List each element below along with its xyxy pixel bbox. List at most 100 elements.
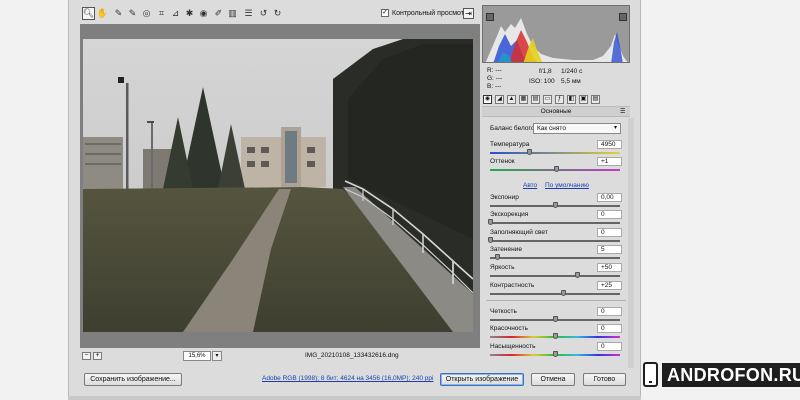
zoom-out-icon[interactable]: − bbox=[82, 352, 91, 360]
slider-thumb[interactable] bbox=[553, 202, 558, 208]
slider-track[interactable] bbox=[490, 222, 620, 224]
rotate-right-icon[interactable]: ↻ bbox=[271, 7, 284, 20]
workflow-options-link[interactable]: Adobe RGB (1998); 8 бит; 4624 на 3456 (1… bbox=[262, 375, 433, 382]
fullscreen-icon[interactable]: ⇥ bbox=[463, 8, 474, 19]
cancel-button[interactable]: Отмена bbox=[531, 373, 575, 386]
preferences-icon[interactable]: ☰ bbox=[242, 7, 255, 20]
desktop-left bbox=[0, 0, 68, 400]
tab-basic-icon[interactable]: ◉ bbox=[483, 94, 492, 104]
histogram bbox=[482, 5, 630, 63]
shutter-value: 1/240 с bbox=[561, 68, 583, 75]
white-balance-tool-icon[interactable]: ✎ bbox=[112, 7, 125, 20]
slider-label: Яркость bbox=[490, 264, 515, 271]
slider-thumb[interactable] bbox=[553, 351, 558, 357]
slider-value-field[interactable]: +50 bbox=[597, 263, 622, 272]
tab-snapshots-icon[interactable]: ▤ bbox=[591, 94, 600, 104]
crop-tool-icon[interactable]: ⌗ bbox=[155, 7, 168, 20]
readout-panel: R: --- G: --- B: --- f/1,8 1/240 с ISO: … bbox=[482, 66, 630, 92]
zoom-level-field[interactable]: 15,6% bbox=[183, 351, 211, 361]
color-sampler-icon[interactable]: ✎ bbox=[126, 7, 139, 20]
preview-toggle[interactable]: ✓ Контрольный просмотр bbox=[381, 9, 468, 17]
tab-split-toning-icon[interactable]: ▤ bbox=[531, 94, 540, 104]
slider-thumb[interactable] bbox=[488, 219, 493, 225]
adjustment-brush-icon[interactable]: ✐ bbox=[212, 7, 225, 20]
slider-label: Насыщенность bbox=[490, 343, 536, 350]
auto-link[interactable]: Авто bbox=[523, 182, 537, 189]
zoom-dropdown-icon[interactable]: ▾ bbox=[212, 351, 222, 361]
slider-row-vibrance: Красочность 0 bbox=[490, 324, 622, 339]
white-balance-select[interactable]: Как снято ▾ bbox=[533, 123, 621, 134]
save-image-button[interactable]: Сохранить изображение... bbox=[84, 373, 182, 386]
spot-removal-icon[interactable]: ✱ bbox=[183, 7, 196, 20]
slider-thumb[interactable] bbox=[488, 237, 493, 243]
slider-label: Экспонир bbox=[490, 194, 519, 201]
slider-track[interactable] bbox=[490, 293, 620, 295]
photo-preview bbox=[83, 39, 473, 332]
slider-track[interactable] bbox=[490, 257, 620, 259]
slider-thumb[interactable] bbox=[527, 149, 532, 155]
slider-thumb[interactable] bbox=[575, 272, 580, 278]
red-eye-icon[interactable]: ◉ bbox=[197, 7, 210, 20]
slider-value-field[interactable]: 0 bbox=[597, 228, 622, 237]
slider-value-field[interactable]: +25 bbox=[597, 281, 622, 290]
slider-value-field[interactable]: 0 bbox=[597, 210, 622, 219]
slider-value-field[interactable]: 0 bbox=[597, 324, 622, 333]
slider-value-field[interactable]: 5 bbox=[597, 245, 622, 254]
slider-value-field[interactable]: 0,00 bbox=[597, 193, 622, 202]
slider-value-field[interactable]: 4950 bbox=[597, 140, 622, 149]
slider-track[interactable] bbox=[490, 275, 620, 277]
shadow-clipping-warning-icon[interactable] bbox=[486, 13, 494, 21]
panel-tabs: ◉ ◢ ▲ ▦ ▤ ▭ ƒ ◧ ▣ ▤ bbox=[482, 93, 630, 105]
slider-row-temperature: Температура 4950 bbox=[490, 140, 622, 155]
aperture-value: f/1,8 bbox=[539, 68, 552, 75]
done-button[interactable]: Готово bbox=[583, 373, 626, 386]
open-image-button[interactable]: Открыть изображение bbox=[440, 373, 524, 386]
r-label: R: bbox=[487, 67, 494, 74]
status-bar: − + 15,6% ▾ IMG_20210108_133432616.dng bbox=[80, 350, 480, 362]
white-balance-value: Как снято bbox=[537, 125, 566, 132]
tab-tone-curve-icon[interactable]: ◢ bbox=[495, 94, 504, 104]
tab-effects-icon[interactable]: ƒ bbox=[555, 94, 564, 104]
zoom-in-icon[interactable]: + bbox=[93, 352, 102, 360]
tab-camera-calibration-icon[interactable]: ◧ bbox=[567, 94, 576, 104]
panel-scrollbar[interactable] bbox=[628, 118, 634, 368]
slider-label: Температура bbox=[490, 141, 530, 148]
focal-length-value: 5,5 мм bbox=[561, 78, 581, 85]
panel-menu-icon[interactable]: ☰ bbox=[620, 108, 625, 115]
slider-track[interactable] bbox=[490, 240, 620, 242]
rotate-left-icon[interactable]: ↺ bbox=[257, 7, 270, 20]
slider-row-brightness: Яркость +50 bbox=[490, 263, 622, 278]
slider-label: Красочность bbox=[490, 325, 529, 332]
tab-detail-icon[interactable]: ▲ bbox=[507, 94, 516, 104]
slider-row-tint: Оттенок +1 bbox=[490, 157, 622, 172]
desktop-right bbox=[641, 0, 800, 400]
highlight-clipping-warning-icon[interactable] bbox=[619, 13, 627, 21]
slider-value-field[interactable]: 0 bbox=[597, 342, 622, 351]
preview-checkbox[interactable]: ✓ bbox=[381, 9, 389, 17]
slider-thumb[interactable] bbox=[553, 333, 558, 339]
slider-value-field[interactable]: +1 bbox=[597, 157, 622, 166]
zoom-tool-icon[interactable]: 🔍︎ bbox=[82, 7, 95, 20]
graduated-filter-icon[interactable]: ▥ bbox=[226, 7, 239, 20]
auto-links: Авто По умолчанию bbox=[490, 182, 620, 192]
slider-thumb[interactable] bbox=[554, 166, 559, 172]
slider-value-field[interactable]: 0 bbox=[597, 307, 622, 316]
hand-tool-icon[interactable]: ✋ bbox=[96, 7, 109, 20]
watermark: ANDROFON.RU bbox=[643, 362, 800, 388]
default-link[interactable]: По умолчанию bbox=[545, 182, 589, 189]
tab-presets-icon[interactable]: ▣ bbox=[579, 94, 588, 104]
tab-lens-corrections-icon[interactable]: ▭ bbox=[543, 94, 552, 104]
slider-thumb[interactable] bbox=[561, 290, 566, 296]
slider-thumb[interactable] bbox=[495, 254, 500, 260]
preview-label: Контрольный просмотр bbox=[392, 9, 468, 17]
tab-hsl-icon[interactable]: ▦ bbox=[519, 94, 528, 104]
slider-track[interactable] bbox=[490, 152, 620, 154]
slider-label: Затенение bbox=[490, 246, 522, 253]
straighten-tool-icon[interactable]: ⊿ bbox=[169, 7, 182, 20]
slider-label: Экскорекция bbox=[490, 211, 529, 218]
slider-label: Контрастность bbox=[490, 282, 535, 289]
slider-thumb[interactable] bbox=[553, 316, 558, 322]
targeted-adjustment-icon[interactable]: ◎ bbox=[140, 7, 153, 20]
watermark-text: ANDROFON.RU bbox=[662, 363, 800, 387]
window-bottom-frame bbox=[68, 396, 641, 400]
